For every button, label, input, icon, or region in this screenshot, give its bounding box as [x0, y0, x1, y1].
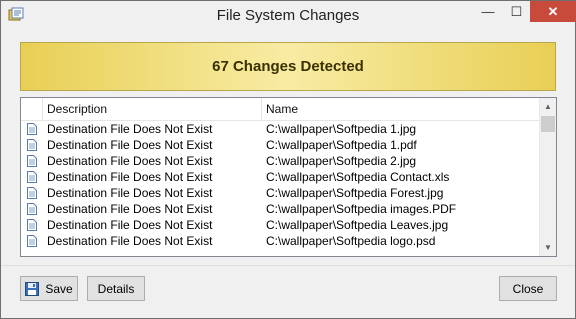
document-icon: [27, 123, 37, 135]
list-item[interactable]: Destination File Does Not Exist C:\wallp…: [21, 233, 540, 249]
row-description: Destination File Does Not Exist: [47, 170, 213, 184]
scroll-up-arrow-icon[interactable]: ▲: [540, 98, 556, 115]
row-description: Destination File Does Not Exist: [47, 154, 213, 168]
row-name: C:\wallpaper\Softpedia Contact.xls: [266, 170, 450, 184]
list-item[interactable]: Destination File Does Not Exist C:\wallp…: [21, 201, 540, 217]
document-icon: [27, 155, 37, 167]
row-name: C:\wallpaper\Softpedia Forest.jpg: [266, 186, 444, 200]
row-description: Destination File Does Not Exist: [47, 138, 213, 152]
floppy-disk-icon: [25, 281, 40, 296]
save-button-label: Save: [45, 281, 73, 296]
list-rows: Destination File Does Not Exist C:\wallp…: [21, 121, 540, 249]
row-description: Destination File Does Not Exist: [47, 186, 213, 200]
minimize-button[interactable]: —: [474, 1, 502, 22]
row-name: C:\wallpaper\Softpedia 2.jpg: [266, 154, 417, 168]
footer-divider: [1, 265, 575, 266]
close-button[interactable]: Close: [499, 276, 557, 301]
close-window-button[interactable]: ✕: [530, 1, 576, 22]
list-item[interactable]: Destination File Does Not Exist C:\wallp…: [21, 185, 540, 201]
changes-banner: 67 Changes Detected: [20, 42, 556, 91]
row-description: Destination File Does Not Exist: [47, 234, 213, 248]
scroll-down-arrow-icon[interactable]: ▼: [540, 239, 556, 256]
row-description: Destination File Does Not Exist: [47, 218, 213, 232]
list-item[interactable]: Destination File Does Not Exist C:\wallp…: [21, 217, 540, 233]
row-name: C:\wallpaper\Softpedia Leaves.jpg: [266, 218, 449, 232]
document-icon: [27, 203, 37, 215]
list-item[interactable]: Destination File Does Not Exist C:\wallp…: [21, 137, 540, 153]
row-description: Destination File Does Not Exist: [47, 202, 213, 216]
column-header-name[interactable]: Name: [262, 98, 540, 120]
list-item[interactable]: Destination File Does Not Exist C:\wallp…: [21, 153, 540, 169]
list-item[interactable]: Destination File Does Not Exist C:\wallp…: [21, 169, 540, 185]
row-name: C:\wallpaper\Softpedia 1.pdf: [266, 138, 417, 152]
list-item[interactable]: Destination File Does Not Exist C:\wallp…: [21, 121, 540, 137]
title-bar: File System Changes — ☐ ✕: [1, 1, 576, 31]
column-header-icon[interactable]: [21, 98, 43, 120]
document-icon: [27, 235, 37, 247]
vertical-scrollbar[interactable]: ▲ ▼: [539, 98, 556, 256]
document-icon: [27, 219, 37, 231]
save-button[interactable]: Save: [20, 276, 78, 301]
list-header: Description Name: [21, 98, 540, 121]
document-icon: [27, 139, 37, 151]
maximize-button[interactable]: ☐: [503, 1, 530, 22]
file-system-changes-window: File System Changes — ☐ ✕ 67 Changes Det…: [0, 0, 576, 319]
row-name: C:\wallpaper\Softpedia images.PDF: [266, 202, 457, 216]
row-name: C:\wallpaper\Softpedia 1.jpg: [266, 122, 417, 136]
row-description: Destination File Does Not Exist: [47, 122, 213, 136]
details-button[interactable]: Details: [87, 276, 145, 301]
changes-list[interactable]: Description Name Destination File Does N…: [20, 97, 557, 257]
scrollbar-thumb[interactable]: [541, 116, 555, 132]
document-icon: [27, 187, 37, 199]
document-icon: [27, 171, 37, 183]
row-name: C:\wallpaper\Softpedia logo.psd: [266, 234, 436, 248]
column-header-description[interactable]: Description: [43, 98, 262, 120]
